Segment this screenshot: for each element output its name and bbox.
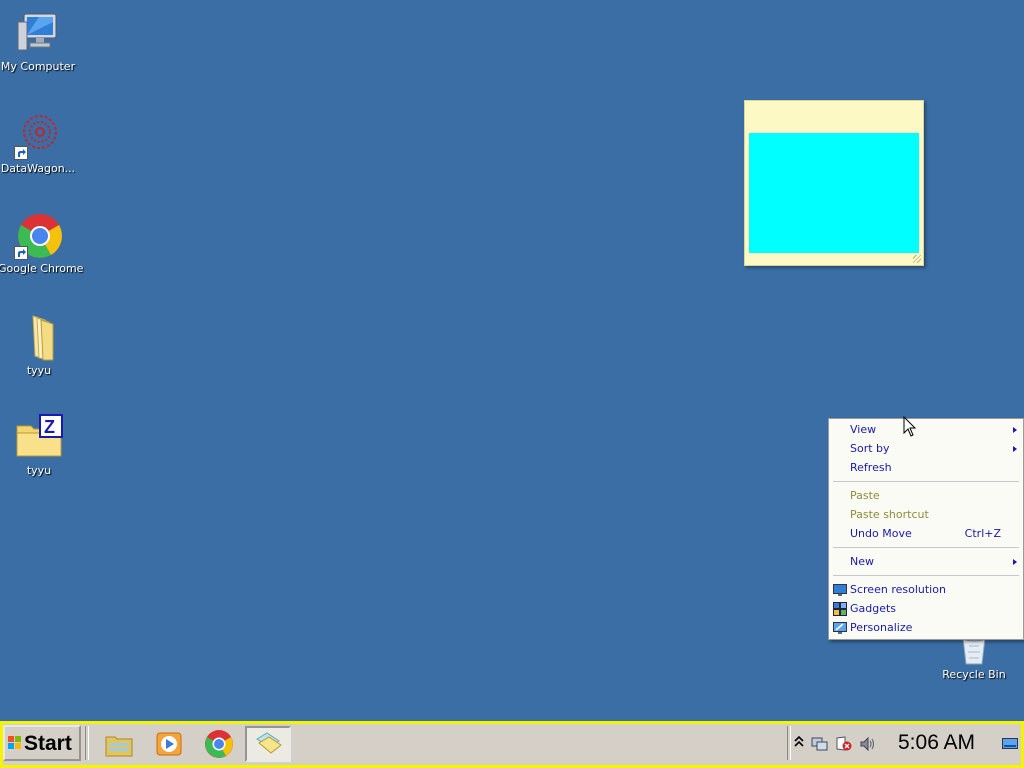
- menu-separator: [833, 575, 1019, 576]
- shortcut-arrow-icon: [14, 246, 28, 260]
- menu-item-sort-by[interactable]: Sort by: [829, 440, 1023, 458]
- chrome-icon: [14, 212, 62, 260]
- menu-item-label: Sort by: [850, 442, 890, 455]
- menu-item-label: Personalize: [850, 621, 913, 634]
- desktop-icon-label: tyyu: [26, 364, 52, 377]
- menu-item-label: Refresh: [850, 461, 892, 474]
- taskbar-separator: [85, 726, 89, 760]
- menu-item-paste-shortcut[interactable]: Paste shortcut: [829, 506, 1023, 524]
- datawagon-icon: [14, 112, 62, 160]
- desktop-icon-my-computer[interactable]: My Computer: [0, 10, 78, 73]
- mouse-cursor-icon: [903, 416, 917, 437]
- menu-item-view[interactable]: View: [829, 421, 1023, 439]
- taskbar-app-chrome[interactable]: [196, 726, 242, 762]
- menu-item-shortcut: Ctrl+Z: [964, 527, 1001, 540]
- submenu-arrow-icon: [1013, 427, 1017, 433]
- taskbar-separator: [787, 726, 791, 760]
- desktop-icon-label: Recycle Bin: [942, 668, 1006, 681]
- shortcut-arrow-icon: [14, 146, 28, 160]
- menu-item-personalize[interactable]: Personalize: [829, 619, 1023, 637]
- menu-item-label: Paste shortcut: [850, 508, 929, 521]
- menu-separator: [833, 547, 1019, 548]
- menu-item-label: Gadgets: [850, 602, 897, 615]
- desktop-icon-label: tyyu: [26, 464, 52, 477]
- file-explorer-icon: [105, 736, 133, 757]
- media-player-icon: [156, 732, 182, 756]
- menu-item-label: View: [850, 423, 877, 436]
- menu-item-label: Screen resolution: [850, 583, 946, 596]
- taskbar-body: Start 5:06 AM: [3, 724, 1021, 765]
- desktop-context-menu: View Sort by Refresh Paste Paste shortcu…: [828, 418, 1024, 640]
- volume-icon[interactable]: [859, 736, 877, 752]
- show-hidden-icons-icon[interactable]: [794, 735, 804, 749]
- screen-resolution-icon: [833, 584, 847, 596]
- desktop-icon-label: Google Chrome: [0, 262, 84, 275]
- taskbar-app-sticky-notes[interactable]: [245, 726, 291, 762]
- desktop-icon-label: My Computer: [0, 60, 76, 73]
- taskbar-clock[interactable]: 5:06 AM: [898, 731, 975, 755]
- menu-item-label: Undo Move: [850, 527, 912, 540]
- menu-item-label: Paste: [850, 489, 880, 502]
- windows-flag-icon: [8, 736, 21, 749]
- menu-item-new[interactable]: New: [829, 553, 1023, 571]
- menu-item-refresh[interactable]: Refresh: [829, 459, 1023, 477]
- svg-text:Z: Z: [44, 417, 55, 437]
- zip-folder-icon: Z: [15, 414, 63, 462]
- gadgets-icon: [833, 602, 847, 616]
- menu-separator: [833, 481, 1019, 482]
- sticky-note-content[interactable]: [749, 133, 919, 253]
- start-button[interactable]: Start: [3, 725, 81, 761]
- desktop-icon-tyyu-zip[interactable]: Z tyyu: [0, 414, 79, 477]
- action-center-icon[interactable]: [835, 736, 853, 752]
- menu-item-paste[interactable]: Paste: [829, 487, 1023, 505]
- menu-item-undo-move[interactable]: Undo Move Ctrl+Z: [829, 525, 1023, 543]
- desktop-icon-label: DataWagon...: [0, 162, 76, 175]
- desktop[interactable]: My Computer DataWagon... Google Chrome t…: [0, 0, 1024, 721]
- taskbar-app-file-explorer[interactable]: [96, 726, 142, 762]
- start-button-label: Start: [24, 732, 72, 755]
- menu-item-gadgets[interactable]: Gadgets: [829, 600, 1023, 618]
- sticky-note[interactable]: [744, 100, 924, 266]
- personalize-icon: [833, 622, 847, 634]
- taskbar-app-media-player[interactable]: [146, 726, 192, 762]
- network-icon[interactable]: [811, 736, 829, 752]
- submenu-arrow-icon: [1013, 446, 1017, 452]
- menu-item-label: New: [850, 555, 874, 568]
- folder-icon: [15, 314, 63, 362]
- chrome-icon: [205, 730, 233, 758]
- submenu-arrow-icon: [1013, 559, 1017, 565]
- resize-grip-icon[interactable]: [913, 255, 921, 263]
- computer-icon: [14, 10, 62, 58]
- menu-item-screen-resolution[interactable]: Screen resolution: [829, 581, 1023, 599]
- desktop-icon-datawagon[interactable]: DataWagon...: [0, 112, 78, 175]
- taskbar: Start 5:06 AM: [0, 721, 1024, 768]
- desktop-icon-tyyu-folder[interactable]: tyyu: [0, 314, 79, 377]
- desktop-icon-recycle-bin[interactable]: Recycle Bin: [934, 634, 1014, 681]
- desktop-icon-google-chrome[interactable]: Google Chrome: [0, 212, 84, 275]
- show-desktop-icon[interactable]: [1002, 738, 1018, 750]
- sticky-notes-icon: [256, 732, 282, 754]
